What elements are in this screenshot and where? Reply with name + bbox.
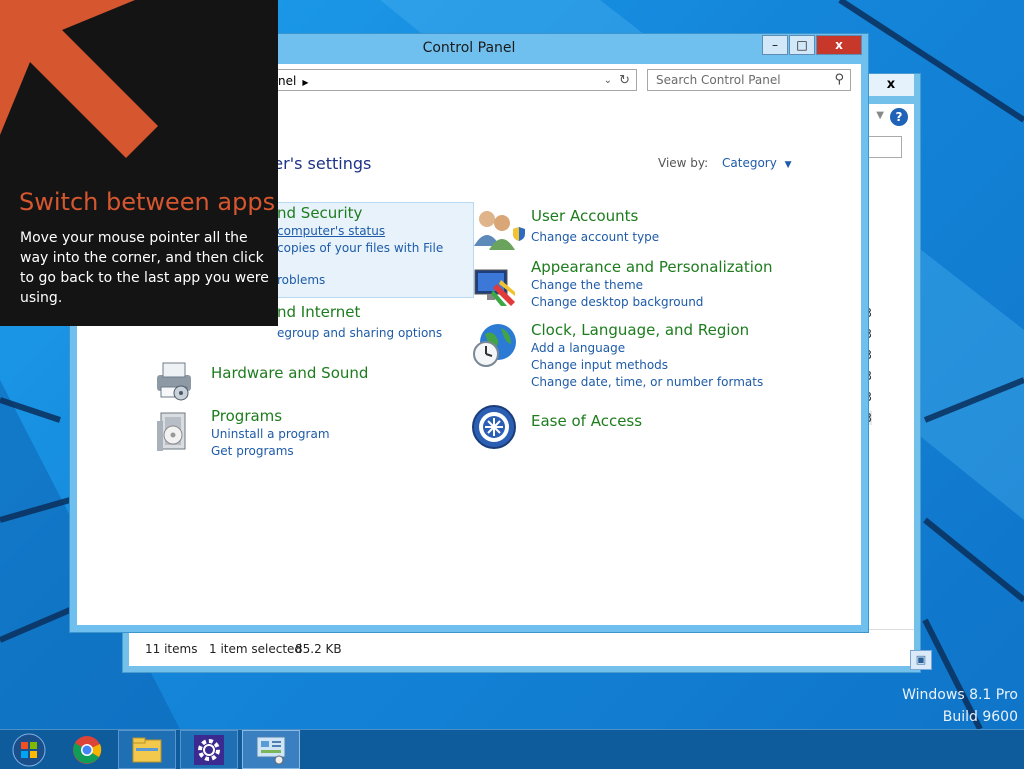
settings-icon[interactable] — [180, 730, 238, 769]
help-icon[interactable]: ? — [890, 108, 908, 126]
category-title[interactable]: Clock, Language, and Region — [531, 321, 763, 340]
watermark-build: Build 9600 — [942, 709, 1018, 725]
category-link[interactable]: Change date, time, or number formats — [531, 374, 763, 391]
category-link[interactable]: roblems — [277, 272, 443, 289]
category-clock-region[interactable]: Clock, Language, and Region Add a langua… — [531, 321, 763, 391]
category-hardware-sound[interactable]: Hardware and Sound — [211, 364, 368, 383]
chrome-logo-icon — [73, 735, 102, 764]
globe-clock-icon[interactable] — [471, 322, 517, 368]
start-button[interactable] — [0, 730, 58, 769]
view-by: View by: Category ▼ — [658, 156, 792, 170]
ease-of-access-icon[interactable] — [471, 404, 517, 450]
programs-icon[interactable] — [151, 409, 197, 455]
search-placeholder: Search Control Panel — [656, 73, 781, 87]
category-link-wrapper: Change account type — [513, 227, 659, 246]
category-link[interactable]: computer's status — [277, 223, 443, 240]
category-link[interactable]: egroup and sharing options — [277, 325, 442, 342]
category-link[interactable]: Change account type — [531, 230, 659, 244]
control-panel-icon[interactable] — [242, 730, 300, 769]
minimize-button[interactable]: – — [762, 35, 788, 55]
status-selected: 1 item selected — [209, 642, 303, 656]
category-title[interactable]: nd Security — [277, 204, 443, 223]
chrome-icon[interactable] — [58, 730, 116, 769]
tip-body: Move your mouse pointer all the way into… — [20, 230, 269, 306]
category-title[interactable]: Programs — [211, 407, 330, 426]
category-link[interactable]: Change input methods — [531, 357, 763, 374]
switch-apps-tip: Switch between apps Move your mouse poin… — [0, 0, 278, 326]
address-bar[interactable]: nel ▶ ⌄ ↻ — [267, 69, 637, 91]
monitor-paint-icon[interactable] — [471, 262, 517, 308]
category-link[interactable]: Change the theme — [531, 277, 773, 294]
folder-icon — [132, 737, 162, 762]
category-appearance[interactable]: Appearance and Personalization Change th… — [531, 258, 773, 311]
back-search-box[interactable] — [866, 136, 902, 158]
category-title[interactable]: Ease of Access — [531, 412, 642, 431]
address-text: nel — [278, 74, 297, 88]
window-controls: – □ x — [761, 35, 862, 56]
search-icon[interactable]: ⚲ — [834, 70, 844, 90]
category-link[interactable]: Change desktop background — [531, 294, 773, 311]
watermark-edition: Windows 8.1 Pro — [902, 687, 1018, 703]
large-icons-view-icon[interactable]: ▣ — [910, 650, 932, 670]
view-by-dropdown[interactable]: Category — [722, 156, 777, 170]
tip-title: Switch between apps — [19, 188, 276, 216]
windows-logo-icon — [12, 733, 46, 766]
status-size: 85.2 KB — [295, 642, 342, 656]
category-user-accounts[interactable]: User Accounts Change account type — [513, 207, 659, 246]
category-link[interactable]: copies of your files with File — [277, 240, 443, 257]
category-programs[interactable]: Programs Uninstall a program Get program… — [211, 407, 330, 460]
category-title[interactable]: User Accounts — [531, 207, 659, 226]
category-link[interactable]: Uninstall a program — [211, 426, 330, 443]
category-title[interactable]: Appearance and Personalization — [531, 258, 773, 277]
breadcrumb-arrow-icon[interactable]: ▶ — [302, 78, 308, 87]
category-link[interactable]: Add a language — [531, 340, 763, 357]
search-input[interactable]: Search Control Panel ⚲ — [647, 69, 851, 91]
taskbar — [0, 729, 1024, 769]
category-ease-of-access[interactable]: Ease of Access — [531, 412, 642, 431]
chevron-down-icon[interactable]: ▼ — [876, 110, 884, 121]
status-item-count: 11 items — [145, 642, 198, 656]
view-by-label: View by: — [658, 156, 709, 170]
category-link[interactable]: Get programs — [211, 443, 330, 460]
maximize-button[interactable]: □ — [789, 35, 815, 55]
uac-shield-icon — [513, 227, 525, 241]
status-bar: 11 items 1 item selected 85.2 KB ☰ ▣ — [129, 629, 932, 670]
close-button[interactable]: x — [816, 35, 862, 55]
page-title: ter's settings — [267, 154, 372, 173]
chevron-down-icon[interactable]: ▼ — [785, 160, 792, 170]
back-window-close-button[interactable]: x — [868, 74, 914, 96]
windows-watermark: Windows 8.1 Pro Build 9600 — [902, 684, 1018, 728]
category-title[interactable]: nd Internet — [277, 303, 442, 322]
refresh-icon[interactable]: ↻ — [619, 70, 630, 92]
printer-icon[interactable] — [151, 357, 197, 403]
category-system-security[interactable]: nd Security computer's status copies of … — [277, 204, 443, 289]
category-title[interactable]: Hardware and Sound — [211, 364, 368, 383]
category-network-internet[interactable]: nd Internet egroup and sharing options — [277, 303, 442, 342]
file-explorer-icon[interactable] — [118, 730, 176, 769]
users-icon[interactable] — [471, 206, 517, 252]
control-panel-taskbar-icon — [256, 736, 286, 764]
gear-icon — [194, 734, 224, 765]
address-dropdown-icon[interactable]: ⌄ — [604, 70, 612, 92]
